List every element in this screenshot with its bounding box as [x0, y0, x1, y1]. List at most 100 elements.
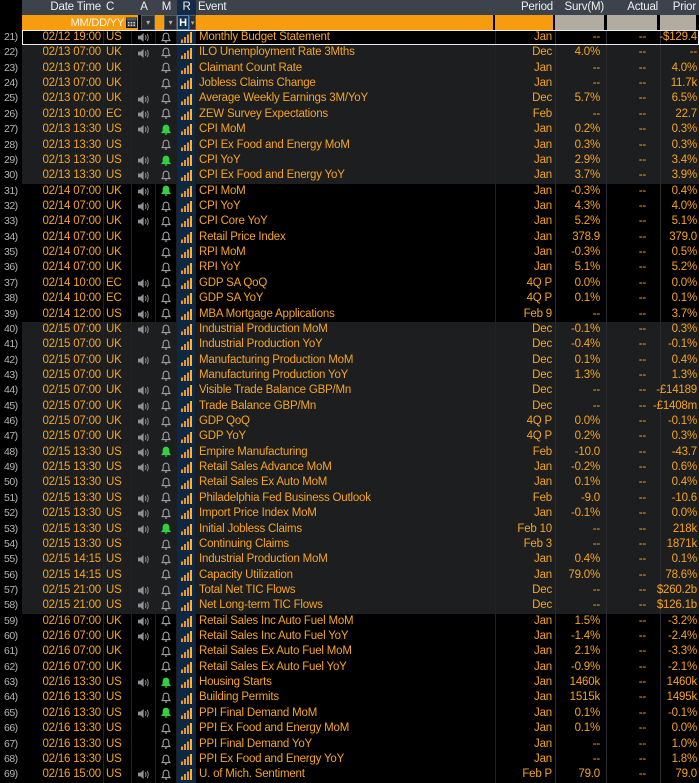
- bell-icon[interactable]: [161, 231, 171, 243]
- chart-icon[interactable]: [178, 77, 194, 91]
- table-row[interactable]: 55) 02/15 14:15 US Industrial Production…: [0, 552, 699, 568]
- chart-icon[interactable]: [178, 568, 194, 582]
- chart-icon[interactable]: [178, 722, 194, 736]
- chart-cell[interactable]: [177, 460, 196, 476]
- chart-icon[interactable]: [178, 706, 194, 720]
- alert-cell[interactable]: [132, 659, 156, 676]
- speaker-icon[interactable]: [137, 769, 150, 780]
- header-period[interactable]: Period: [496, 0, 556, 15]
- notify-cell[interactable]: [156, 552, 177, 568]
- table-row[interactable]: 65) 02/16 13:30 US PPI Final Demand MoM …: [0, 705, 699, 722]
- bell-icon[interactable]: [161, 247, 171, 259]
- bell-icon[interactable]: [161, 646, 171, 658]
- chart-cell[interactable]: [177, 629, 196, 645]
- bell-icon[interactable]: [161, 738, 171, 750]
- speaker-icon[interactable]: [137, 385, 150, 396]
- notify-cell[interactable]: [156, 152, 177, 169]
- table-row[interactable]: 56) 02/15 14:15 US Capacity Utilization …: [0, 567, 699, 583]
- table-row[interactable]: 44) 02/15 07:00 UK Visible Trade Balance…: [0, 383, 699, 399]
- notify-cell[interactable]: [156, 260, 177, 276]
- speaker-icon[interactable]: [137, 186, 150, 197]
- bell-icon[interactable]: [161, 201, 171, 213]
- chart-icon[interactable]: [178, 645, 194, 659]
- table-row[interactable]: 68) 02/16 13:30 US PPI Ex Food and Energ…: [0, 751, 699, 768]
- alert-cell[interactable]: [132, 76, 156, 92]
- bell-icon[interactable]: [161, 32, 171, 44]
- speaker-icon[interactable]: [137, 293, 150, 304]
- alert-cell[interactable]: [132, 613, 156, 630]
- notify-cell[interactable]: [156, 198, 177, 215]
- table-row[interactable]: 64) 02/16 13:30 US Building Permits Jan …: [0, 690, 699, 706]
- table-row[interactable]: 22) 02/13 07:00 UK ILO Unemployment Rate…: [0, 45, 699, 61]
- calendar-icon[interactable]: [126, 17, 137, 28]
- table-row[interactable]: 27) 02/13 13:30 US CPI MoM Jan 0.2% -- 0…: [0, 122, 699, 138]
- bell-icon[interactable]: [161, 754, 171, 766]
- header-alert[interactable]: A: [132, 0, 156, 15]
- chart-icon[interactable]: [178, 107, 194, 121]
- alert-cell[interactable]: [132, 91, 156, 107]
- chart-icon[interactable]: [178, 384, 194, 398]
- table-row[interactable]: 39) 02/14 12:00 US MBA Mortgage Applicat…: [0, 306, 699, 322]
- chart-cell[interactable]: [177, 736, 196, 752]
- notify-cell[interactable]: [156, 168, 177, 184]
- notify-cell[interactable]: [156, 76, 177, 92]
- alert-cell[interactable]: [132, 536, 156, 553]
- speaker-icon[interactable]: [137, 355, 150, 366]
- notify-cell[interactable]: [156, 690, 177, 706]
- header-event[interactable]: Event: [196, 0, 496, 15]
- table-row[interactable]: 69) 02/16 15:00 US U. of Mich. Sentiment…: [0, 767, 699, 783]
- chart-cell[interactable]: [177, 352, 196, 368]
- notify-cell[interactable]: [156, 275, 177, 292]
- chart-cell[interactable]: [177, 275, 196, 292]
- chart-icon[interactable]: [178, 215, 194, 229]
- chart-icon[interactable]: [178, 630, 194, 644]
- alert-cell[interactable]: [132, 291, 156, 307]
- bell-icon[interactable]: [161, 170, 171, 182]
- chart-cell[interactable]: [177, 567, 196, 583]
- table-row[interactable]: 63) 02/16 13:30 US Housing Starts Jan 14…: [0, 675, 699, 691]
- speaker-icon[interactable]: [137, 109, 150, 120]
- chart-cell[interactable]: [177, 751, 196, 768]
- table-row[interactable]: 47) 02/15 07:00 UK GDP YoY 4Q P 0.2% -- …: [0, 429, 699, 445]
- table-row[interactable]: 38) 02/14 10:00 EC GDP SA YoY 4Q P 0.1% …: [0, 291, 699, 307]
- alert-cell[interactable]: [132, 30, 156, 46]
- speaker-icon[interactable]: [137, 401, 150, 412]
- event-filter-input[interactable]: [196, 15, 493, 30]
- notify-cell[interactable]: [156, 398, 177, 414]
- chart-icon[interactable]: [178, 184, 194, 198]
- chart-cell[interactable]: [177, 321, 196, 338]
- table-row[interactable]: 32) 02/14 07:00 UK CPI YoY Jan 4.3% -- 4…: [0, 198, 699, 215]
- notify-cell[interactable]: [156, 429, 177, 445]
- notify-cell[interactable]: [156, 352, 177, 368]
- speaker-icon[interactable]: [137, 309, 150, 320]
- notify-cell[interactable]: [156, 214, 177, 230]
- notify-cell[interactable]: [156, 60, 177, 77]
- speaker-icon[interactable]: [137, 48, 150, 59]
- alert-cell[interactable]: [132, 721, 156, 737]
- notify-cell[interactable]: [156, 506, 177, 522]
- speaker-icon[interactable]: [137, 324, 150, 335]
- alert-cell[interactable]: [132, 198, 156, 215]
- notify-cell[interactable]: [156, 613, 177, 630]
- alert-cell[interactable]: [132, 245, 156, 261]
- header-survey[interactable]: Surv(M): [556, 0, 607, 15]
- alert-cell[interactable]: [132, 152, 156, 169]
- header-country[interactable]: C: [104, 0, 132, 15]
- chart-icon[interactable]: [178, 138, 194, 152]
- notify-cell[interactable]: [156, 659, 177, 676]
- table-row[interactable]: 53) 02/15 13:30 US Initial Jobless Claim…: [0, 521, 699, 537]
- table-row[interactable]: 34) 02/14 07:00 UK Retail Price Index Ja…: [0, 229, 699, 246]
- notify-cell[interactable]: [156, 291, 177, 307]
- alert-cell[interactable]: [132, 413, 156, 430]
- bell-icon[interactable]: [161, 262, 171, 274]
- chart-cell[interactable]: [177, 598, 196, 614]
- alert-cell[interactable]: [132, 751, 156, 768]
- chart-icon[interactable]: [178, 399, 194, 413]
- table-row[interactable]: 29) 02/13 13:30 US CPI YoY Jan 2.9% -- 3…: [0, 152, 699, 169]
- chart-icon[interactable]: [178, 230, 194, 244]
- chart-cell[interactable]: [177, 675, 196, 691]
- chart-icon[interactable]: [178, 200, 194, 214]
- notify-cell[interactable]: [156, 536, 177, 553]
- bell-icon[interactable]: [161, 769, 171, 781]
- bell-icon[interactable]: [161, 462, 171, 474]
